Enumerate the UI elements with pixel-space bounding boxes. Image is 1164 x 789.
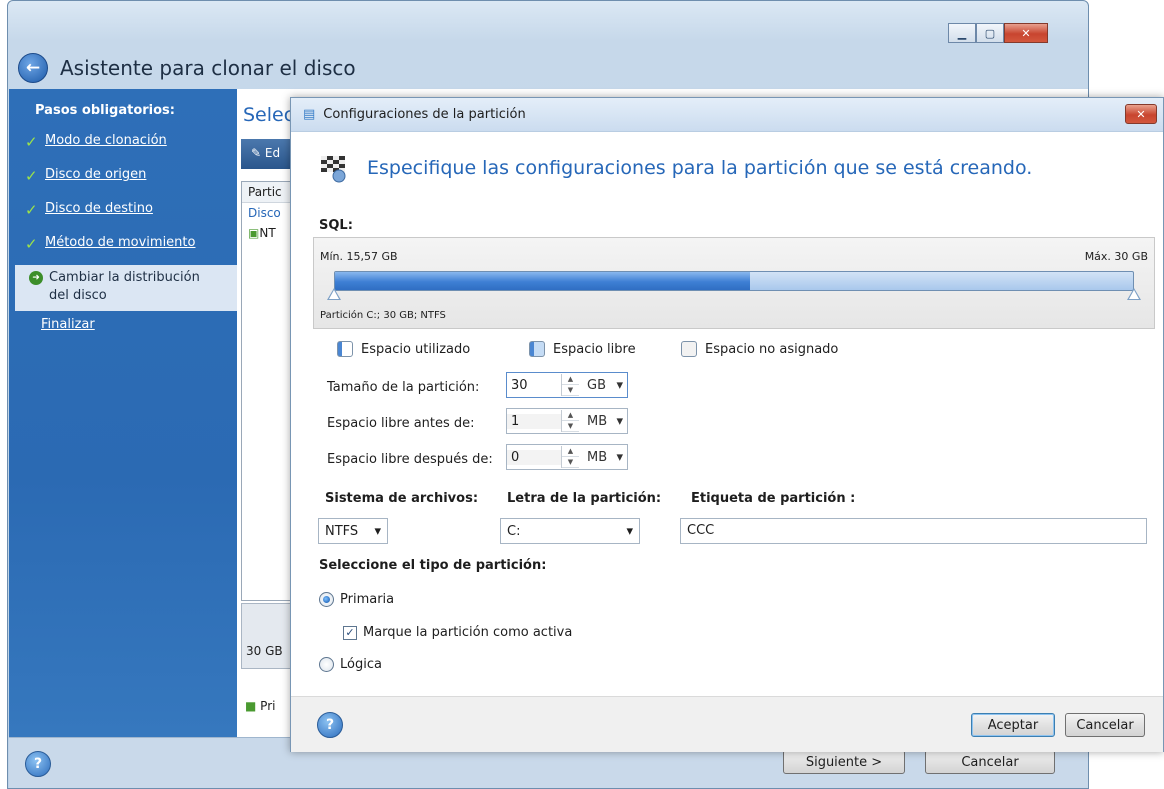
- sidebar-item-change-layout[interactable]: ➜ Cambiar la distribución del disco: [15, 265, 244, 311]
- partition-label-input[interactable]: CCC: [680, 518, 1147, 544]
- dialog-cancel-button[interactable]: Cancelar: [1065, 713, 1145, 737]
- partition-settings-icon: ▤: [303, 107, 316, 122]
- back-arrow-icon[interactable]: ←: [18, 53, 48, 83]
- legend-primary: ■ Pri: [245, 699, 276, 713]
- min-size-label: Mín. 15,57 GB: [320, 250, 398, 263]
- legend-used: Espacio utilizado: [337, 341, 470, 357]
- wizard-title: Asistente para clonar el disco: [60, 56, 356, 80]
- pencil-icon: ✎: [251, 146, 265, 160]
- partition-type-header: Seleccione el tipo de partición:: [319, 558, 547, 573]
- label-header: Etiqueta de partición :: [691, 491, 856, 506]
- unallocated-swatch-icon: [681, 341, 697, 357]
- filesystem-header: Sistema de archivos:: [325, 491, 479, 506]
- check-icon: ✓: [25, 167, 38, 185]
- size-unit-dropdown[interactable]: GB ▾: [579, 378, 627, 393]
- legend-unallocated: Espacio no asignado: [681, 341, 838, 357]
- current-step-arrow-icon: ➜: [29, 271, 43, 285]
- before-label: Espacio libre antes de:: [327, 416, 475, 431]
- dialog-help-icon[interactable]: ?: [317, 712, 343, 738]
- check-icon: ✓: [25, 201, 38, 219]
- checkered-flag-icon: [321, 156, 346, 183]
- chevron-down-icon: ▾: [374, 523, 381, 539]
- accept-button[interactable]: Aceptar: [971, 713, 1055, 737]
- free-after-input[interactable]: 0: [507, 449, 561, 465]
- max-size-label: Máx. 30 GB: [1084, 250, 1148, 263]
- used-space-fill: [335, 272, 750, 290]
- dialog-heading: Especifique las configuraciones para la …: [367, 157, 1033, 179]
- legend-free: Espacio libre: [529, 341, 636, 357]
- before-unit-dropdown[interactable]: MB ▾: [579, 414, 627, 429]
- sidebar-header: Pasos obligatorios:: [35, 103, 175, 118]
- partition-name-label: SQL:: [319, 218, 353, 233]
- chevron-down-icon: ▾: [626, 523, 633, 539]
- before-stepper[interactable]: ▲ ▼: [561, 410, 579, 432]
- dialog-close-button[interactable]: ✕: [1125, 104, 1157, 124]
- partition-size-input[interactable]: 30: [507, 378, 561, 393]
- partition-bar[interactable]: [334, 271, 1134, 291]
- dialog-footer: ? Aceptar Cancelar: [291, 696, 1163, 752]
- after-unit-dropdown[interactable]: MB ▾: [579, 450, 627, 465]
- check-icon: ✓: [25, 133, 38, 151]
- close-button[interactable]: ✕: [1004, 23, 1048, 43]
- free-swatch-icon: [529, 341, 545, 357]
- free-before-spinner[interactable]: 1 ▲ ▼ MB ▾: [506, 408, 628, 434]
- sidebar-item-move-method[interactable]: ✓ Método de movimiento: [25, 235, 195, 253]
- right-handle[interactable]: [1127, 288, 1141, 300]
- after-stepper[interactable]: ▲ ▼: [561, 446, 579, 468]
- letter-dropdown[interactable]: C: ▾: [500, 518, 640, 544]
- partition-size-slider[interactable]: Mín. 15,57 GB Máx. 30 GB Partición C:; 3…: [313, 237, 1155, 329]
- primary-swatch-icon: ■: [245, 699, 257, 713]
- sidebar-item-target-disk[interactable]: ✓ Disco de destino: [25, 201, 153, 219]
- letter-header: Letra de la partición:: [507, 491, 662, 506]
- content-title: Selec: [243, 104, 295, 126]
- wizard-sidebar: Pasos obligatorios: ✓ Modo de clonación ✓…: [9, 89, 244, 737]
- left-handle[interactable]: [327, 288, 341, 300]
- after-label: Espacio libre después de:: [327, 452, 493, 467]
- partition-settings-dialog: ▤ Configuraciones de la partición ✕ Espe…: [290, 97, 1164, 752]
- sidebar-item-source-disk[interactable]: ✓ Disco de origen: [25, 167, 146, 185]
- logical-radio[interactable]: Lógica: [319, 657, 382, 672]
- check-icon: ✓: [25, 235, 38, 253]
- wizard-cancel-button[interactable]: Cancelar: [925, 750, 1055, 774]
- size-stepper[interactable]: ▲ ▼: [561, 374, 579, 396]
- maximize-button[interactable]: ▢: [976, 23, 1004, 43]
- disk-size: 30 GB: [246, 644, 283, 658]
- sidebar-item-clone-mode[interactable]: ✓ Modo de clonación: [25, 133, 167, 151]
- partition-summary: Partición C:; 30 GB; NTFS: [320, 310, 446, 321]
- free-after-spinner[interactable]: 0 ▲ ▼ MB ▾: [506, 444, 628, 470]
- partition-size-spinner[interactable]: 30 ▲ ▼ GB ▾: [506, 372, 628, 398]
- partition-icon: ▣: [248, 226, 260, 240]
- primary-radio[interactable]: Primaria: [319, 592, 394, 607]
- next-button[interactable]: Siguiente >: [783, 750, 905, 774]
- dialog-titlebar: ▤ Configuraciones de la partición: [291, 98, 1163, 132]
- used-swatch-icon: [337, 341, 353, 357]
- free-before-input[interactable]: 1: [507, 413, 561, 429]
- dialog-title: Configuraciones de la partición: [323, 107, 526, 122]
- minimize-button[interactable]: ▁: [948, 23, 976, 43]
- size-label: Tamaño de la partición:: [327, 380, 480, 395]
- active-checkbox[interactable]: ✓ Marque la partición como activa: [343, 625, 572, 640]
- help-icon[interactable]: ?: [25, 751, 51, 777]
- filesystem-dropdown[interactable]: NTFS ▾: [318, 518, 388, 544]
- sidebar-item-finish[interactable]: Finalizar: [41, 317, 95, 332]
- window-controls: ▁ ▢ ✕: [948, 23, 1048, 43]
